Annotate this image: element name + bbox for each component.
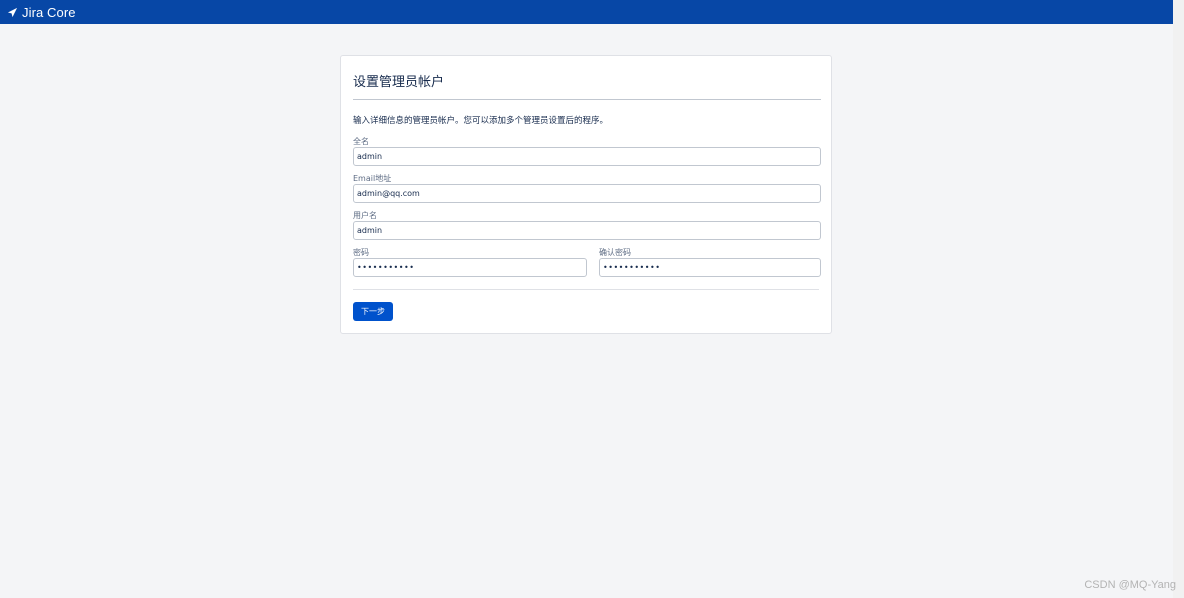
page-title: 设置管理员帐户 <box>353 75 445 90</box>
next-button[interactable]: 下一步 <box>353 302 393 321</box>
fullname-value: admin <box>357 152 383 161</box>
username-input[interactable]: admin <box>353 221 821 240</box>
password-input[interactable]: ••••••••••• <box>353 258 587 277</box>
confirm-password-label: 确认密码 <box>599 248 631 257</box>
confirm-password-value: ••••••••••• <box>603 263 661 272</box>
intro-text: 输入详细信息的管理员帐户。您可以添加多个管理员设置后的程序。 <box>353 116 609 126</box>
fullname-input[interactable]: admin <box>353 147 821 166</box>
password-value: ••••••••••• <box>357 263 415 272</box>
email-label: Email地址 <box>353 174 392 183</box>
jira-core-logo[interactable]: Jira Core <box>7 5 76 20</box>
fullname-label: 全名 <box>353 137 369 146</box>
username-label: 用户名 <box>353 211 377 220</box>
form-divider <box>353 289 819 290</box>
admin-setup-card: 设置管理员帐户 输入详细信息的管理员帐户。您可以添加多个管理员设置后的程序。 全… <box>340 55 832 334</box>
scrollbar-track[interactable] <box>1173 0 1184 598</box>
password-label: 密码 <box>353 248 369 257</box>
username-value: admin <box>357 226 383 235</box>
email-input[interactable]: admin@qq.com <box>353 184 821 203</box>
title-divider <box>353 99 821 100</box>
email-value: admin@qq.com <box>357 189 420 198</box>
jira-arrow-icon <box>7 7 18 17</box>
watermark-text: CSDN @MQ-Yang <box>1084 579 1176 591</box>
top-navigation-bar: Jira Core <box>0 0 1173 24</box>
confirm-password-input[interactable]: ••••••••••• <box>599 258 821 277</box>
logo-text: Jira Core <box>22 4 76 20</box>
